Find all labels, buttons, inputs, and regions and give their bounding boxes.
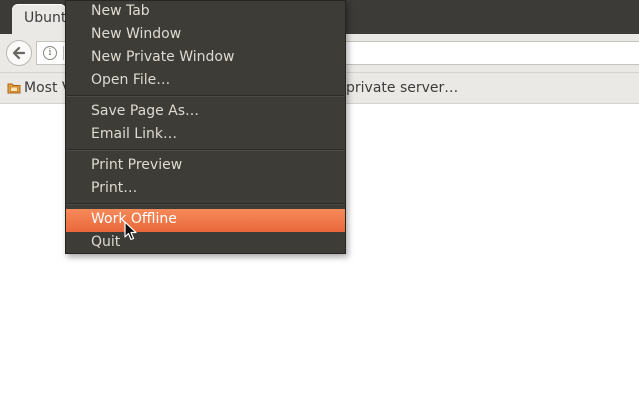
menu-item-label: Print… <box>91 180 138 196</box>
bookmark-private-server[interactable]: private server… <box>346 80 458 96</box>
menu-separator <box>67 95 344 97</box>
menu-item-new-private-window[interactable]: New Private Window <box>66 47 345 70</box>
tab-title: Ubuntu <box>24 10 66 26</box>
url-divider <box>63 46 64 60</box>
folder-icon <box>7 83 21 94</box>
browser-screen: Ubuntu i Most Visited private server… Ne… <box>0 0 639 395</box>
menu-item-label: Open File… <box>91 72 171 88</box>
menu-item-label: Save Page As… <box>91 103 200 119</box>
menu-item-work-offline[interactable]: Work Offline <box>66 209 345 232</box>
back-button[interactable] <box>6 40 32 66</box>
menu-item-quit[interactable]: Quit <box>66 232 345 255</box>
menu-item-label: Quit <box>91 234 121 250</box>
menu-item-print-preview[interactable]: Print Preview <box>66 155 345 178</box>
menu-item-label: New Window <box>91 26 182 42</box>
menu-item-new-window[interactable]: New Window <box>66 24 345 47</box>
menu-item-label: New Private Window <box>91 49 235 65</box>
mouse-pointer-icon <box>124 221 137 241</box>
file-menu: New Tab New Window New Private Window Op… <box>65 0 346 254</box>
menu-item-label: Email Link… <box>91 126 177 142</box>
tab-active[interactable]: Ubuntu <box>12 4 66 34</box>
menu-item-label: New Tab <box>91 3 150 19</box>
menu-item-save-page-as[interactable]: Save Page As… <box>66 101 345 124</box>
menu-item-open-file[interactable]: Open File… <box>66 70 345 93</box>
info-icon[interactable]: i <box>43 46 57 60</box>
menu-item-print[interactable]: Print… <box>66 178 345 201</box>
menu-item-email-link[interactable]: Email Link… <box>66 124 345 147</box>
menu-item-label: Print Preview <box>91 157 183 173</box>
back-arrow-icon <box>12 46 26 60</box>
menu-separator <box>67 203 344 205</box>
menu-separator <box>67 149 344 151</box>
menu-item-new-tab[interactable]: New Tab <box>66 1 345 24</box>
